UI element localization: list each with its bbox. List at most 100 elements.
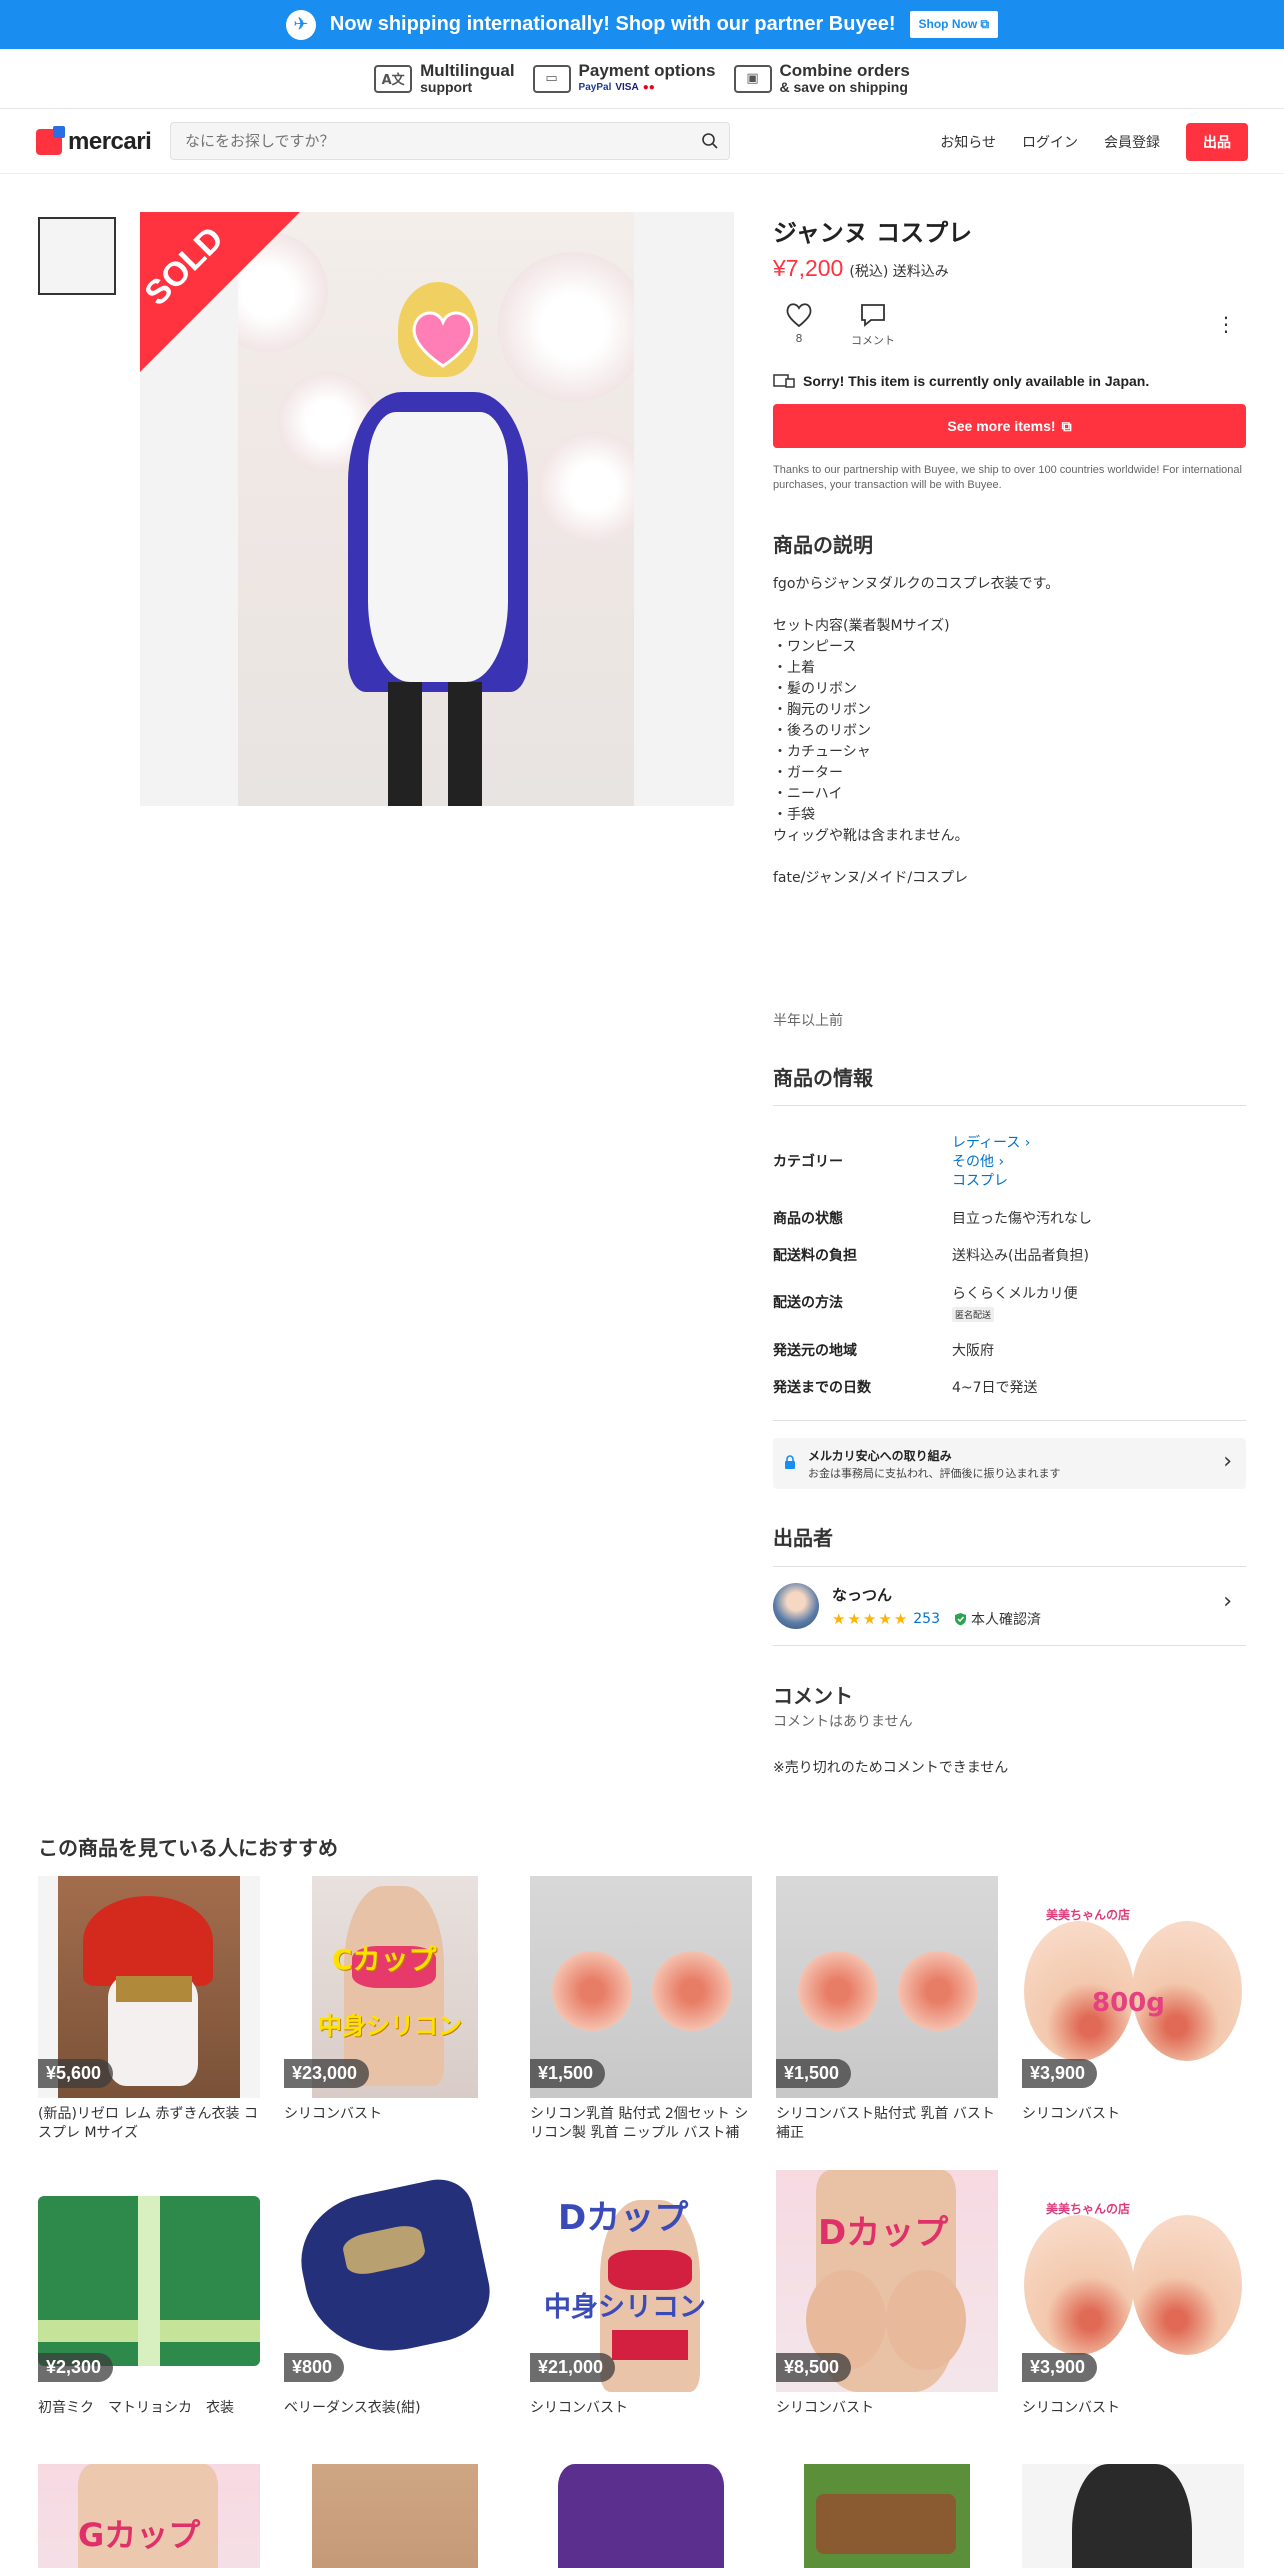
- price-tag: ¥8,500: [776, 2353, 852, 2382]
- more-options-icon[interactable]: ⋮: [1216, 312, 1236, 336]
- item-title: ジャンヌ コスプレ: [773, 219, 973, 247]
- product-card[interactable]: [530, 2464, 752, 2568]
- product-card[interactable]: ¥800 ベリーダンス衣装(紺): [284, 2170, 506, 2437]
- product-card[interactable]: ¥1,500 シリコンバスト貼付式 乳首 バスト補正: [776, 1876, 998, 2143]
- payment-logos: PayPal VISA ●●: [579, 79, 716, 96]
- features-strip: A文 Multilingual support ▭ Payment options…: [0, 49, 1284, 109]
- star-icon: ★: [847, 1610, 861, 1628]
- product-card[interactable]: Gカップ: [38, 2464, 260, 2568]
- category-link[interactable]: コスプレ: [952, 1172, 1030, 1191]
- comment-closed-text: ※売り切れのためコメントできません: [773, 1760, 1009, 1776]
- main-product-image[interactable]: SOLD: [140, 212, 734, 806]
- feature-multilingual: A文 Multilingual support: [374, 60, 515, 96]
- price-tag: ¥1,500: [776, 2059, 852, 2088]
- sell-button[interactable]: 出品: [1186, 123, 1248, 161]
- review-count: 253: [913, 1611, 940, 1627]
- product-card[interactable]: [776, 2464, 998, 2568]
- mercari-safety-banner[interactable]: メルカリ安心への取り組み お金は事務局に支払われ、評価後に振り込まれます ›: [773, 1438, 1246, 1489]
- feature-title: Combine orders: [779, 60, 910, 80]
- see-more-items-button[interactable]: See more items! ⧉: [773, 404, 1246, 448]
- dance-costume: [289, 2173, 499, 2367]
- product-image: ¥2,300: [38, 2170, 260, 2392]
- product-card[interactable]: ¥5,600 (新品)リゼロ レム 赤ずきん衣装 コスプレ Mサイズ: [38, 1876, 260, 2143]
- anonymous-shipping-badge: 匿名配送: [952, 1307, 995, 1322]
- verified-text: 本人確認済: [971, 1612, 1041, 1628]
- product-card[interactable]: 美美ちゃんの店 ¥3,900 シリコンバスト: [1022, 2170, 1244, 2437]
- description-heading: 商品の説明: [773, 533, 873, 557]
- verified-badge: 本人確認済: [954, 1609, 1041, 1629]
- feature-title: Multilingual: [420, 60, 515, 80]
- days-value: 4~7日で発送: [952, 1380, 1038, 1396]
- info-row-shipping-method: 配送の方法 らくらくメルカリ便 匿名配送: [773, 1283, 1246, 1323]
- nav-notifications[interactable]: お知らせ: [940, 132, 996, 152]
- star-icon: ★: [862, 1610, 877, 1628]
- search-box: [170, 122, 730, 160]
- product-card[interactable]: Cカップ 中身シリコン ¥23,000 シリコンバスト: [284, 1876, 506, 2143]
- no-comments-text: コメントはありません: [773, 1714, 913, 1730]
- mercari-logo[interactable]: mercari: [36, 126, 152, 156]
- feature-title: Payment options: [578, 60, 716, 80]
- safety-title: メルカリ安心への取り組み: [808, 1449, 952, 1463]
- red-hood: [83, 1896, 213, 1986]
- breast-form: [886, 2270, 966, 2370]
- item-price: ¥7,200 (税込) 送料込み: [773, 255, 949, 282]
- shop-now-button[interactable]: Shop Now ⧉: [909, 11, 999, 38]
- weight-overlay: 800g: [1092, 1988, 1165, 2018]
- nav-login[interactable]: ログイン: [1022, 132, 1078, 152]
- shield-check-icon: [955, 1613, 966, 1626]
- shipping-fee-label: 配送料の負担: [773, 1248, 857, 1264]
- recommend-heading: この商品を見ている人におすすめ: [38, 1836, 338, 1860]
- seller-name: なっつん: [832, 1586, 893, 1604]
- product-card[interactable]: Dカップ 中身シリコン ¥21,000 シリコンバスト: [530, 2170, 752, 2437]
- category-text: レディース: [952, 1135, 1021, 1151]
- feature-sub: & save on shipping: [779, 78, 908, 95]
- leg: [448, 682, 482, 806]
- product-name: シリコン乳首 貼付式 2個セット シリコン製 乳首 ニップル バスト補正: [530, 2106, 749, 2141]
- product-image: ¥1,500: [776, 1876, 998, 2098]
- mastercard-logo: ●●: [642, 81, 655, 93]
- sold-ribbon: SOLD: [140, 212, 300, 372]
- price-tag: ¥800: [284, 2353, 345, 2382]
- category-link[interactable]: その他 ›: [952, 1153, 1030, 1172]
- seller-card[interactable]: なっつん ★ ★ ★ ★ ★ 253 本人確認済 ›: [773, 1566, 1246, 1646]
- shipping-method-label: 配送の方法: [773, 1295, 843, 1311]
- lock-icon: [785, 1455, 795, 1469]
- image-thumbnail[interactable]: [38, 217, 116, 295]
- product-card[interactable]: ¥2,300 初音ミク マトリョシカ 衣装: [38, 2170, 260, 2437]
- bodysuit: [312, 2464, 478, 2568]
- category-link[interactable]: レディース ›: [952, 1134, 1030, 1153]
- product-card[interactable]: [284, 2464, 506, 2568]
- star-icon: ★: [878, 1610, 892, 1628]
- like-button[interactable]: 8: [785, 302, 813, 345]
- belt: [116, 1976, 192, 2002]
- search-icon[interactable]: [701, 132, 719, 150]
- product-card[interactable]: Dカップ ¥8,500 シリコンバスト: [776, 2170, 998, 2437]
- shop-watermark: 美美ちゃんの店: [1046, 2202, 1131, 2216]
- search-input[interactable]: [185, 131, 685, 151]
- product-card[interactable]: [1022, 2464, 1244, 2568]
- seller-heading: 出品者: [773, 1526, 833, 1550]
- chevron-right-icon: ›: [1223, 1589, 1232, 1614]
- logo-mark-icon: [36, 126, 65, 155]
- item-description: fgoからジャンヌダルクのコスプレ衣装です。 セット内容(業者製Mサイズ) ・ワ…: [773, 576, 1060, 886]
- category-text: その他: [952, 1154, 994, 1170]
- product-name: シリコンバスト: [284, 2106, 382, 2122]
- category-text: コスプレ: [952, 1173, 1008, 1189]
- safety-subtitle: お金は事務局に支払われ、評価後に振り込まれます: [808, 1467, 1061, 1480]
- category-label: カテゴリー: [773, 1154, 843, 1170]
- nav-signup[interactable]: 会員登録: [1104, 132, 1160, 152]
- divider: [773, 1420, 1246, 1421]
- product-card[interactable]: 美美ちゃんの店 800g ¥3,900 シリコンバスト: [1022, 1876, 1244, 2143]
- product-name: シリコンバスト貼付式 乳首 バスト補正: [776, 2106, 995, 2141]
- seller-avatar: [773, 1583, 819, 1629]
- header-nav: お知らせ ログイン 会員登録 出品: [940, 123, 1248, 161]
- translate-icon: A文: [374, 64, 413, 93]
- origin-value: 大阪府: [952, 1343, 994, 1359]
- nipple-pad: [552, 1951, 632, 2031]
- feature-sub: support: [420, 78, 473, 95]
- comment-button[interactable]: コメント: [851, 302, 895, 348]
- product-card[interactable]: ¥1,500 シリコン乳首 貼付式 2個セット シリコン製 乳首 ニップル バス…: [530, 1876, 752, 2143]
- posted-time: 半年以上前: [773, 1013, 843, 1029]
- product-image: [530, 2464, 752, 2568]
- product-image: 美美ちゃんの店 ¥3,900: [1022, 2170, 1244, 2392]
